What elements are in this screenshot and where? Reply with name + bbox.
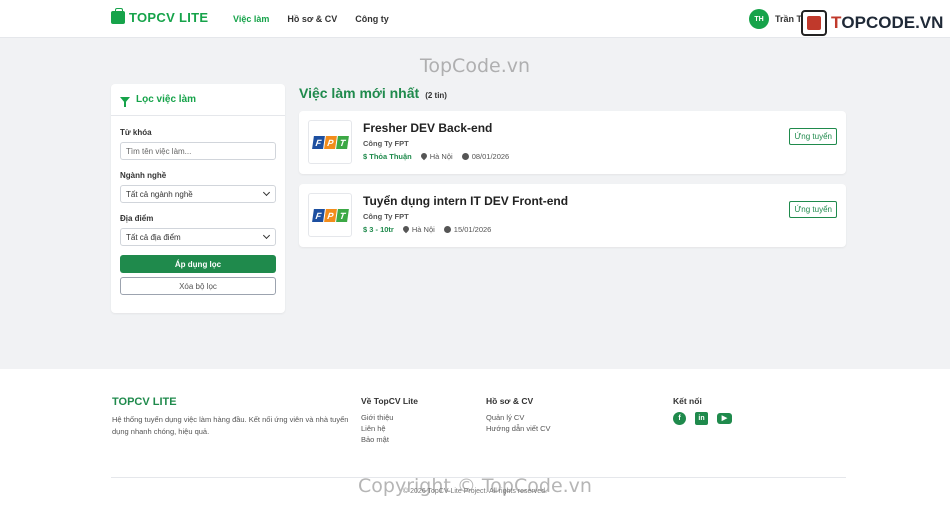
user-menu[interactable]: TH Trần T... xyxy=(749,9,809,29)
footer-link-privacy[interactable]: Bảo mật xyxy=(361,434,418,445)
job-title[interactable]: Fresher DEV Back-end xyxy=(363,121,492,135)
apply-button[interactable]: Ứng tuyển xyxy=(789,128,837,145)
filter-header: Lọc việc làm xyxy=(111,84,285,116)
industry-value: Tất cả ngành nghề xyxy=(126,189,193,199)
job-card[interactable]: F P T Fresher DEV Back-end Công Ty FPT $… xyxy=(299,111,846,174)
footer-link-intro[interactable]: Giới thiệu xyxy=(361,412,418,423)
job-meta: $ 3 - 10tr Hà Nội 15/01/2026 xyxy=(363,224,491,234)
watermark-logo: TOPCODE.VN xyxy=(801,10,943,36)
main-nav: Việc làm Hồ sơ & CV Công ty xyxy=(233,14,389,24)
location-value: Tất cả địa điểm xyxy=(126,232,181,242)
nav-cv[interactable]: Hồ sơ & CV xyxy=(287,14,337,24)
location-select[interactable]: Tất cả địa điểm xyxy=(120,228,276,246)
industry-select[interactable]: Tất cả ngành nghề xyxy=(120,185,276,203)
watermark-copyright: Copyright © TopCode.vn xyxy=(358,475,592,497)
avatar: TH xyxy=(749,9,769,29)
filter-panel: Lọc việc làm Từ khóa Tìm tên việc làm...… xyxy=(111,84,285,313)
briefcase-icon xyxy=(111,8,125,24)
watermark-text: TOPCODE.VN xyxy=(831,13,944,32)
footer-description: Hệ thống tuyển dụng việc làm hàng đầu. K… xyxy=(112,415,349,436)
footer-cv: Hồ sơ & CV Quản lý CV Hướng dẫn viết CV xyxy=(486,396,551,434)
job-date: 15/01/2026 xyxy=(443,225,491,234)
job-salary: $ 3 - 10tr xyxy=(363,225,394,234)
filter-title: Lọc việc làm xyxy=(136,94,197,105)
job-card[interactable]: F P T Tuyển dụng intern IT DEV Front-end… xyxy=(299,184,846,247)
footer-cv-title: Hồ sơ & CV xyxy=(486,396,534,406)
job-company: Công Ty FPT xyxy=(363,212,409,221)
apply-button[interactable]: Ứng tuyển xyxy=(789,201,837,218)
page-title-text: Việc làm mới nhất xyxy=(299,85,420,101)
nav-jobs[interactable]: Việc làm xyxy=(233,14,269,24)
facebook-icon[interactable]: f xyxy=(673,412,686,425)
watermark-center: TopCode.vn xyxy=(419,55,531,77)
map-pin-icon xyxy=(419,151,428,161)
page-title: Việc làm mới nhất (2 tin) xyxy=(299,85,447,101)
clock-icon xyxy=(443,226,451,233)
company-logo: F P T xyxy=(308,120,352,164)
nav-companies[interactable]: Công ty xyxy=(355,14,389,24)
brand-logo[interactable]: TOPCV LITE xyxy=(111,8,209,25)
industry-label: Ngành nghề xyxy=(120,171,167,180)
keyword-input[interactable]: Tìm tên việc làm... xyxy=(120,142,276,160)
apply-filter-button[interactable]: Áp dụng lọc xyxy=(120,255,276,273)
job-meta: $ Thỏa Thuận Hà Nội 08/01/2026 xyxy=(363,151,509,161)
footer-about-title: Về TopCV Lite xyxy=(361,396,418,406)
job-date: 08/01/2026 xyxy=(461,152,509,161)
footer-link-manage-cv[interactable]: Quản lý CV xyxy=(486,412,551,423)
job-location: Hà Nội xyxy=(419,151,453,161)
clock-icon xyxy=(461,153,469,160)
job-company: Công Ty FPT xyxy=(363,139,409,148)
brand-name: TOPCV LITE xyxy=(129,10,209,25)
footer-brand: TOPCV LITE xyxy=(112,396,177,408)
footer-connect-title: Kết nối xyxy=(673,396,702,406)
footer-link-cv-guide[interactable]: Hướng dẫn viết CV xyxy=(486,423,551,434)
company-logo: F P T xyxy=(308,193,352,237)
watermark-icon xyxy=(801,10,827,36)
footer: TOPCV LITE Hệ thống tuyển dụng việc làm … xyxy=(0,369,950,511)
map-pin-icon xyxy=(401,224,411,234)
chevron-down-icon xyxy=(262,231,271,240)
job-salary: $ Thỏa Thuận xyxy=(363,152,412,161)
social-links: f in ▶ xyxy=(673,412,732,425)
youtube-icon[interactable]: ▶ xyxy=(717,413,732,424)
chevron-down-icon xyxy=(262,188,271,197)
job-location: Hà Nội xyxy=(401,224,435,234)
linkedin-icon[interactable]: in xyxy=(695,412,708,425)
footer-about: Về TopCV Lite Giới thiệu Liên hệ Bảo mật xyxy=(361,396,418,445)
footer-link-contact[interactable]: Liên hệ xyxy=(361,423,418,434)
filter-icon xyxy=(120,96,130,107)
clear-filter-button[interactable]: Xóa bộ lọc xyxy=(120,277,276,295)
job-count: (2 tin) xyxy=(425,91,447,100)
keyword-label: Từ khóa xyxy=(120,128,152,137)
top-header: TOPCV LITE Việc làm Hồ sơ & CV Công ty T… xyxy=(0,0,950,38)
footer-connect: Kết nối f in ▶ xyxy=(673,396,732,425)
location-label: Địa điểm xyxy=(120,214,154,223)
job-title[interactable]: Tuyển dụng intern IT DEV Front-end xyxy=(363,194,568,208)
